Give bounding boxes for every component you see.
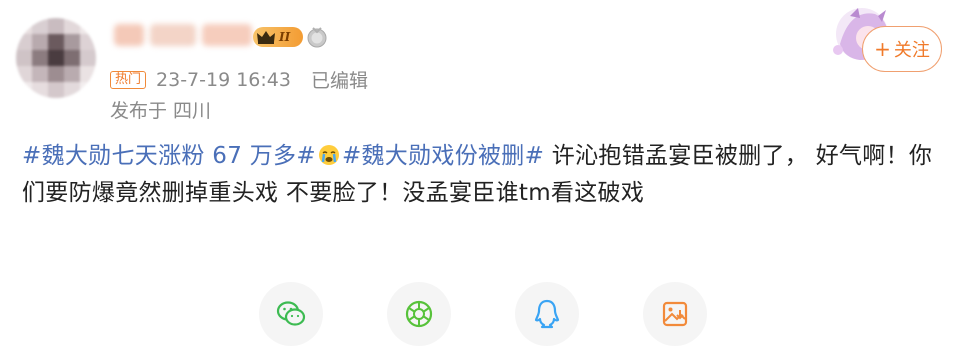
post-meta: 热门 23-7-19 16:43 已编辑: [110, 66, 368, 93]
share-wechat-button[interactable]: [259, 282, 323, 346]
plus-icon: +: [874, 37, 891, 61]
hot-tag: 热门: [110, 70, 147, 89]
medal-icon[interactable]: [306, 26, 328, 48]
post-content: #魏大勋七天涨粉 67 万多# #魏大勋戏份被删# 许沁抱错孟宴臣被删了， 好气…: [22, 138, 942, 212]
edited-label[interactable]: 已编辑: [311, 66, 368, 93]
level-text: II: [279, 30, 291, 44]
save-image-button[interactable]: [643, 282, 707, 346]
qq-icon: [534, 299, 560, 329]
avatar[interactable]: [16, 18, 96, 98]
level-badge[interactable]: II: [253, 27, 303, 47]
follow-button[interactable]: + 关注: [862, 26, 942, 72]
save-image-icon: [662, 301, 688, 327]
follow-label: 关注: [893, 40, 930, 61]
crown-icon: [257, 31, 275, 44]
share-qq-button[interactable]: [515, 282, 579, 346]
post-timestamp: 23-7-19 16:43: [156, 68, 291, 91]
share-moments-button[interactable]: [387, 282, 451, 346]
crying-face-emoji-icon: [318, 145, 339, 165]
share-bar: [0, 282, 960, 346]
wechat-icon: [276, 301, 306, 326]
topic-link[interactable]: #魏大勋戏份被删#: [342, 143, 544, 169]
topic-link[interactable]: #魏大勋七天涨粉 67 万多#: [22, 143, 316, 169]
post-location: 发布于 四川: [110, 100, 212, 122]
username-redacted[interactable]: [114, 24, 259, 50]
moments-icon: [405, 300, 433, 328]
